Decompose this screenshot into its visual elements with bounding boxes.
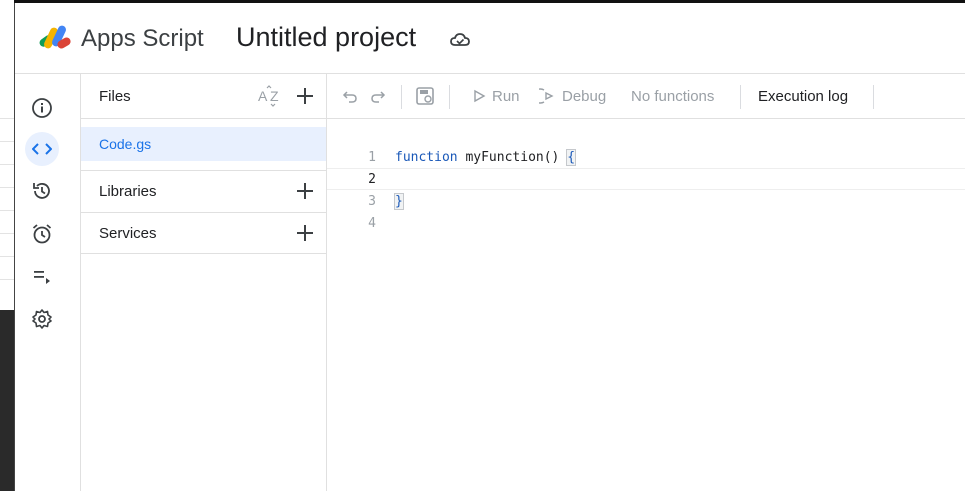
history-icon[interactable] (26, 175, 58, 207)
alarm-icon[interactable] (26, 218, 58, 250)
toolbar-divider (449, 85, 450, 109)
line-number: 1 (368, 150, 376, 165)
executions-icon[interactable] (26, 260, 58, 292)
side-navigation-rail (15, 74, 81, 491)
toolbar-divider (873, 85, 874, 109)
toolbar-divider (401, 85, 402, 109)
code-line[interactable]: 1 function myFunction() { (327, 146, 965, 168)
debug-button[interactable]: Debug (539, 74, 606, 118)
execution-log-label: Execution log (758, 87, 849, 105)
libraries-label: Libraries (99, 183, 157, 200)
libraries-section[interactable]: Libraries (81, 170, 326, 213)
sort-az-icon[interactable]: A Z (257, 84, 283, 108)
close-brace-token: } (394, 193, 404, 210)
run-button[interactable]: Run (472, 74, 520, 118)
add-file-button[interactable] (294, 85, 316, 107)
execution-log-button[interactable]: Execution log (758, 74, 848, 118)
line-number: 3 (368, 194, 376, 209)
code-editor[interactable]: 1 function myFunction() { 2 3 } 4 (327, 119, 965, 491)
run-label: Run (492, 87, 520, 105)
file-name: Code.gs (99, 136, 152, 152)
files-title: Files (99, 88, 131, 105)
section-divider (81, 253, 326, 254)
code-text[interactable]: function myFunction() { (395, 149, 577, 166)
apps-script-logo-icon[interactable] (37, 23, 73, 55)
info-icon[interactable] (26, 92, 58, 124)
svg-text:A: A (258, 88, 268, 104)
project-title[interactable]: Untitled project (236, 22, 416, 53)
code-line[interactable]: 4 (327, 212, 965, 234)
files-header: Files A Z (81, 74, 326, 119)
line-number: 2 (368, 172, 376, 187)
cloud-saved-icon (449, 31, 471, 49)
function-select[interactable]: No functions (631, 74, 714, 118)
background-window-sheet (0, 0, 14, 310)
code-text[interactable]: } (394, 193, 404, 210)
debug-label: Debug (562, 87, 607, 105)
svg-text:Z: Z (270, 88, 279, 104)
code-icon[interactable] (25, 132, 59, 166)
add-library-button[interactable] (294, 180, 316, 202)
files-panel: Files A Z Code.gs Libraries Services (81, 74, 327, 491)
undo-icon[interactable] (342, 74, 358, 118)
add-service-button[interactable] (294, 222, 316, 244)
line-number: 4 (368, 216, 376, 231)
toolbar-divider (740, 85, 741, 109)
save-icon[interactable] (415, 74, 435, 118)
function-select-value: No functions (631, 87, 715, 105)
file-item-code-gs[interactable]: Code.gs (81, 127, 326, 161)
redo-icon[interactable] (370, 74, 386, 118)
apps-script-window: Apps Script Untitled project Files A Z C… (14, 3, 965, 491)
keyword-token: function (395, 150, 458, 165)
code-line[interactable]: 3 } (327, 190, 965, 212)
services-label: Services (99, 225, 157, 242)
product-name[interactable]: Apps Script (81, 25, 204, 53)
code-line-current[interactable]: 2 (327, 168, 965, 190)
open-brace-token: { (566, 149, 577, 166)
app-header: Apps Script Untitled project (15, 3, 965, 74)
gear-icon[interactable] (26, 303, 58, 335)
function-signature-token: myFunction() (457, 150, 568, 165)
editor-toolbar: Run Debug No functions Execution log (327, 74, 965, 119)
services-section[interactable]: Services (81, 212, 326, 255)
